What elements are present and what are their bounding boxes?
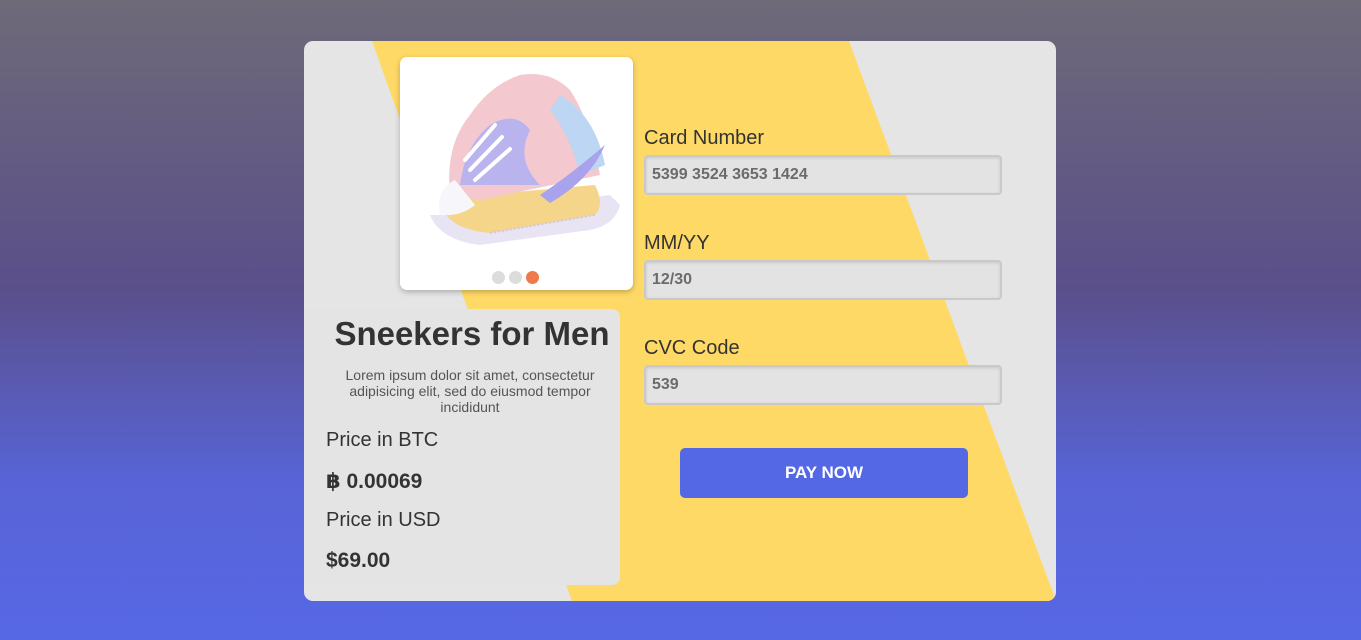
card-number-field[interactable]	[644, 155, 1002, 195]
price-btc-value: ฿ 0.00069	[326, 470, 423, 493]
product-description: Lorem ipsum dolor sit amet, consectetur …	[345, 367, 595, 415]
cvc-label: CVC Code	[644, 337, 740, 359]
carousel-dots	[492, 271, 539, 284]
carousel-dot[interactable]	[492, 271, 505, 284]
sneaker-image	[430, 74, 620, 245]
carousel-dot-active[interactable]	[526, 271, 539, 284]
price-btc-label: Price in BTC	[326, 429, 439, 451]
product-image-frame	[400, 57, 633, 290]
product-info-panel: Sneekers for Men Lorem ipsum dolor sit a…	[304, 309, 620, 585]
card-number-label: Card Number	[644, 127, 765, 149]
pay-now-button[interactable]: PAY NOW	[680, 448, 968, 498]
expiry-field[interactable]	[644, 260, 1002, 300]
cvc-field[interactable]	[644, 365, 1002, 405]
expiry-label: MM/YY	[644, 232, 710, 254]
price-usd-label: Price in USD	[326, 509, 441, 531]
payment-card: Sneekers for Men Lorem ipsum dolor sit a…	[304, 41, 1056, 601]
price-usd-value: $69.00	[326, 549, 391, 572]
product-title: Sneekers for Men	[334, 315, 610, 352]
carousel-dot[interactable]	[509, 271, 522, 284]
